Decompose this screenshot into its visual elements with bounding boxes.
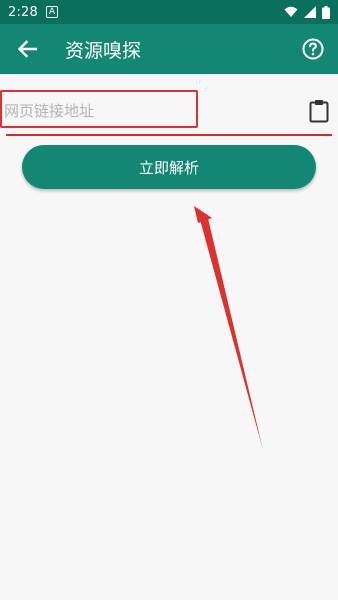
signal-icon	[304, 6, 316, 18]
notification-icon: A	[46, 6, 58, 18]
url-input[interactable]	[4, 96, 294, 126]
status-time: 2:28	[8, 4, 38, 20]
paste-button[interactable]	[306, 96, 332, 126]
help-circle-icon	[302, 38, 324, 60]
battery-icon	[322, 5, 330, 19]
wifi-icon	[284, 6, 298, 17]
page-title: 资源嗅探	[65, 39, 142, 62]
help-button[interactable]	[298, 34, 328, 64]
input-underline	[6, 134, 332, 136]
app-bar: 资源嗅探	[0, 24, 338, 74]
clipboard-icon	[309, 100, 329, 123]
status-bar: 2:28 A	[0, 0, 338, 24]
status-icons	[284, 5, 330, 19]
back-button[interactable]	[3, 24, 51, 74]
url-input-row	[0, 90, 338, 136]
parse-button[interactable]: 立即解析	[22, 145, 316, 189]
arrow-left-icon	[17, 40, 37, 58]
